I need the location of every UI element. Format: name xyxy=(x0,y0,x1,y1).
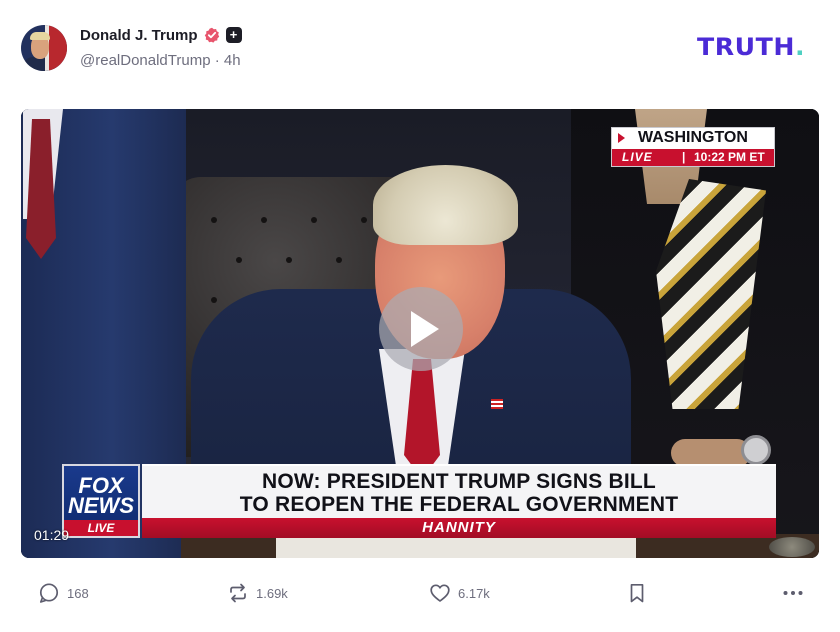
retruth-count: 1.69k xyxy=(256,585,288,601)
more-icon xyxy=(783,591,803,595)
headline-line-2: TO REOPEN THE FEDERAL GOVERNMENT xyxy=(239,493,679,516)
like-button[interactable]: 6.17k xyxy=(429,580,490,606)
author-handle[interactable]: @realDonaldTrump xyxy=(80,52,211,69)
fox-news-logo: FOX NEWS LIVE xyxy=(62,464,140,538)
avatar[interactable] xyxy=(21,25,67,71)
bookmark-icon xyxy=(630,583,644,603)
location-arrow-icon xyxy=(618,133,625,143)
headline-line-1: NOW: PRESIDENT TRUMP SIGNS BILL xyxy=(262,470,656,493)
location-bug: WASHINGTON LIVE | 10:22 PM ET xyxy=(611,127,775,167)
show-name: HANNITY xyxy=(422,519,496,536)
author-name-row: Donald J. Trump + xyxy=(80,25,242,45)
retruth-icon xyxy=(230,583,246,603)
post-header: Donald J. Trump + @realDonaldTrump · 4h … xyxy=(0,0,840,100)
reply-icon xyxy=(39,583,59,603)
reply-count: 168 xyxy=(67,585,89,601)
chyron-headline: NOW: PRESIDENT TRUMP SIGNS BILL TO REOPE… xyxy=(142,464,776,518)
verified-badge-icon xyxy=(204,27,220,43)
like-icon xyxy=(430,584,450,602)
more-options-button[interactable] xyxy=(781,580,805,606)
truth-social-logo[interactable]: TRUTH. xyxy=(697,33,805,61)
reply-button[interactable]: 168 xyxy=(38,580,89,606)
meta-separator: · xyxy=(214,52,220,69)
play-button[interactable] xyxy=(379,287,463,371)
plus-badge-icon: + xyxy=(225,27,242,43)
seal xyxy=(769,537,815,557)
video-player[interactable]: WASHINGTON LIVE | 10:22 PM ET FOX NEWS LI… xyxy=(21,109,819,558)
action-bar: 168 1.69k 6.17k xyxy=(0,576,840,610)
post-time[interactable]: 4h xyxy=(224,52,241,69)
author-display-name[interactable]: Donald J. Trump xyxy=(80,27,198,44)
show-name-bar: HANNITY xyxy=(142,518,776,538)
bookmark-button[interactable] xyxy=(626,580,648,606)
live-label: LIVE xyxy=(622,150,653,164)
author-meta: @realDonaldTrump · 4h xyxy=(80,52,241,69)
retruth-button[interactable]: 1.69k xyxy=(227,580,288,606)
flag-pin xyxy=(491,399,503,409)
play-icon xyxy=(411,311,439,347)
like-count: 6.17k xyxy=(458,585,490,601)
broadcast-time: 10:22 PM ET xyxy=(694,150,765,164)
video-duration: 01:29 xyxy=(34,527,70,543)
location-text: WASHINGTON xyxy=(638,129,748,146)
